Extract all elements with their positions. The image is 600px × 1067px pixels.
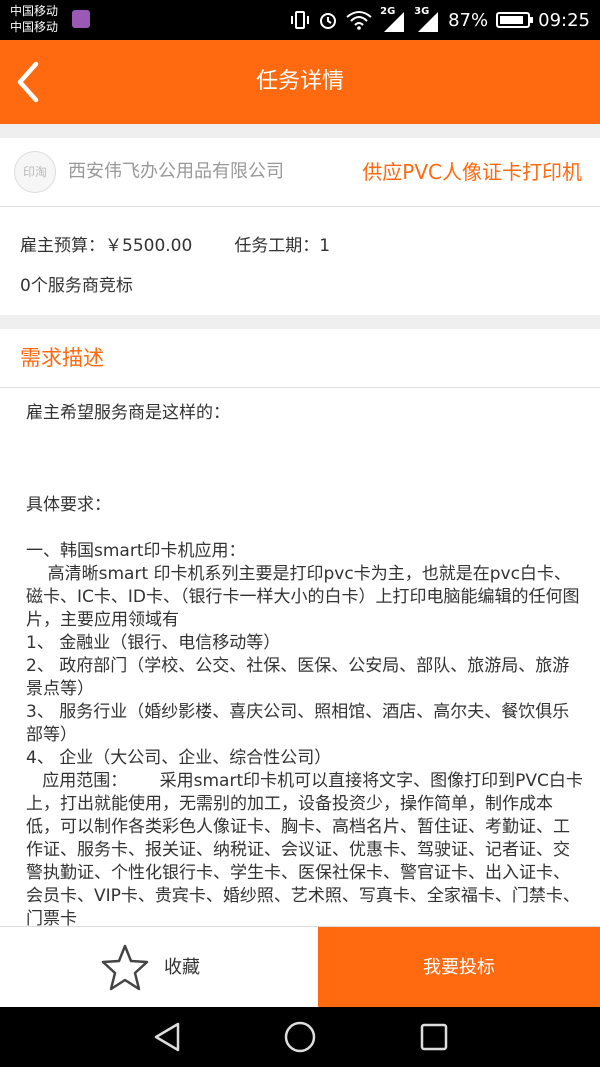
- clock: 09:25: [538, 9, 590, 31]
- app-notification-icon: [72, 10, 90, 28]
- star-icon: [101, 944, 149, 991]
- company-row[interactable]: 印淘 西安伟飞办公用品有限公司 供应PVC人像证卡打印机: [0, 138, 600, 207]
- task-period: 任务工期：1: [234, 236, 331, 256]
- signal-icon: [418, 12, 439, 32]
- wifi-icon: [346, 11, 372, 30]
- square-recent-icon[interactable]: [420, 1023, 448, 1051]
- company-logo: 印淘: [14, 151, 56, 193]
- carrier-1: 中国移动: [10, 4, 59, 18]
- task-title: 供应PVC人像证卡打印机: [362, 160, 582, 184]
- bottom-action-bar: 收藏 我要投标: [0, 926, 600, 1008]
- carrier-2: 中国移动: [10, 20, 59, 34]
- task-info: 雇主预算：￥5500.00 任务工期：1 0个服务商竞标: [0, 207, 600, 315]
- signal-2g: 2G: [380, 6, 406, 32]
- battery-percent: 87%: [448, 9, 489, 31]
- vibrate-icon: [291, 11, 310, 29]
- battery-fill: [500, 16, 524, 24]
- carrier-info: 中国移动 中国移动: [10, 3, 58, 35]
- back-button[interactable]: [8, 58, 54, 106]
- triangle-back-icon[interactable]: [152, 1021, 182, 1053]
- submit-bid-button[interactable]: 我要投标: [318, 927, 600, 1008]
- battery-icon: [496, 12, 534, 28]
- description-text: 雇主希望服务商是这样的： 具体要求： 一、韩国smart印卡机应用： 高清晰sm…: [26, 403, 583, 926]
- favorite-button[interactable]: 收藏: [0, 927, 318, 1008]
- info-row-budget: 雇主预算：￥5500.00 任务工期：1: [20, 231, 330, 256]
- signal-icon: [384, 12, 405, 32]
- status-bar: 中国移动 中国移动 2G 3G 87% 09:25: [0, 0, 600, 40]
- page-title: 任务详情: [255, 69, 344, 94]
- system-nav-bar: [0, 1007, 600, 1067]
- employer-budget: 雇主预算：￥5500.00: [20, 236, 193, 256]
- signal-3g: 3G: [414, 6, 440, 32]
- app-bar: 任务详情: [0, 40, 600, 124]
- circle-home-icon[interactable]: [283, 1020, 317, 1054]
- description-panel[interactable]: 雇主希望服务商是这样的： 具体要求： 一、韩国smart印卡机应用： 高清晰sm…: [0, 388, 600, 926]
- status-icons: 2G 3G 87% 09:25: [290, 0, 590, 40]
- section-title: 需求描述: [20, 346, 104, 370]
- favorite-label: 收藏: [164, 957, 200, 978]
- chevron-left-icon: [17, 61, 39, 103]
- description-header: 需求描述: [0, 329, 600, 388]
- alarm-icon: [320, 13, 337, 29]
- company-name: 西安伟飞办公用品有限公司: [68, 161, 284, 182]
- bidder-count: 0个服务商竞标: [20, 276, 133, 296]
